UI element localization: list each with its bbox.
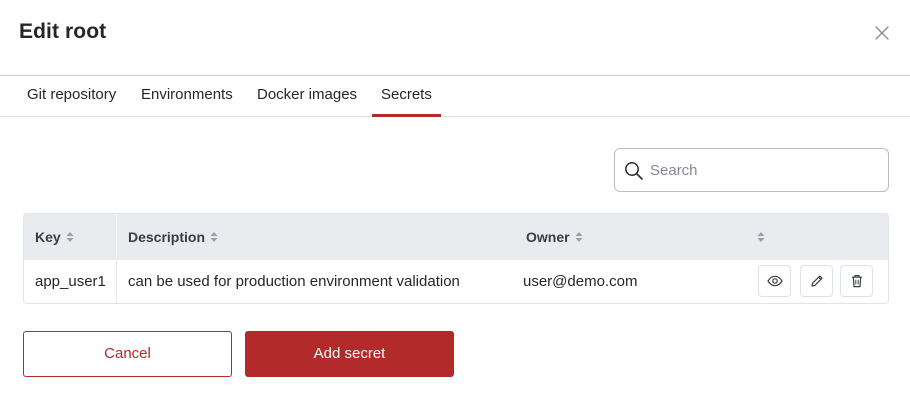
table-row: app_user1 can be used for production env…	[24, 260, 888, 303]
tab-environments[interactable]: Environments	[141, 76, 233, 116]
cell-description: can be used for production environment v…	[128, 273, 460, 290]
sort-icon	[575, 231, 583, 242]
delete-secret-button[interactable]	[840, 265, 873, 297]
pencil-icon	[811, 275, 823, 287]
eye-icon	[767, 275, 783, 287]
search-input[interactable]	[650, 149, 880, 191]
column-divider	[116, 214, 117, 260]
add-secret-button[interactable]: Add secret	[245, 331, 454, 377]
search-box	[614, 148, 889, 192]
column-header-description[interactable]: Description	[128, 214, 218, 260]
tab-bar: Git repository Environments Docker image…	[0, 76, 910, 117]
view-secret-button[interactable]	[758, 265, 791, 297]
tab-git-repository[interactable]: Git repository	[27, 76, 116, 116]
sort-icon	[757, 231, 765, 242]
cell-key: app_user1	[35, 273, 106, 290]
edit-root-dialog: Edit root Git repository Environments Do…	[0, 0, 910, 396]
dialog-header: Edit root	[0, 0, 910, 76]
tab-secrets[interactable]: Secrets	[372, 76, 441, 117]
column-header-label: Description	[128, 229, 206, 245]
cell-divider	[116, 260, 117, 303]
close-icon	[875, 26, 889, 40]
search-icon	[625, 162, 643, 180]
cell-owner: user@demo.com	[523, 273, 638, 290]
sort-icon	[210, 231, 218, 242]
column-header-label: Owner	[526, 229, 570, 245]
cancel-button[interactable]: Cancel	[23, 331, 232, 377]
column-header-actions[interactable]	[752, 214, 765, 260]
column-header-label: Key	[35, 229, 61, 245]
secrets-table: Key Description Owner app_user1 can be u…	[23, 213, 889, 304]
tab-docker-images[interactable]: Docker images	[257, 76, 357, 116]
sort-icon	[66, 231, 74, 242]
table-header: Key Description Owner	[24, 214, 888, 260]
column-header-owner[interactable]: Owner	[526, 214, 583, 260]
dialog-title: Edit root	[19, 20, 107, 43]
column-header-key[interactable]: Key	[35, 214, 74, 260]
close-button[interactable]	[873, 24, 891, 42]
edit-secret-button[interactable]	[800, 265, 833, 297]
trash-icon	[852, 275, 862, 288]
